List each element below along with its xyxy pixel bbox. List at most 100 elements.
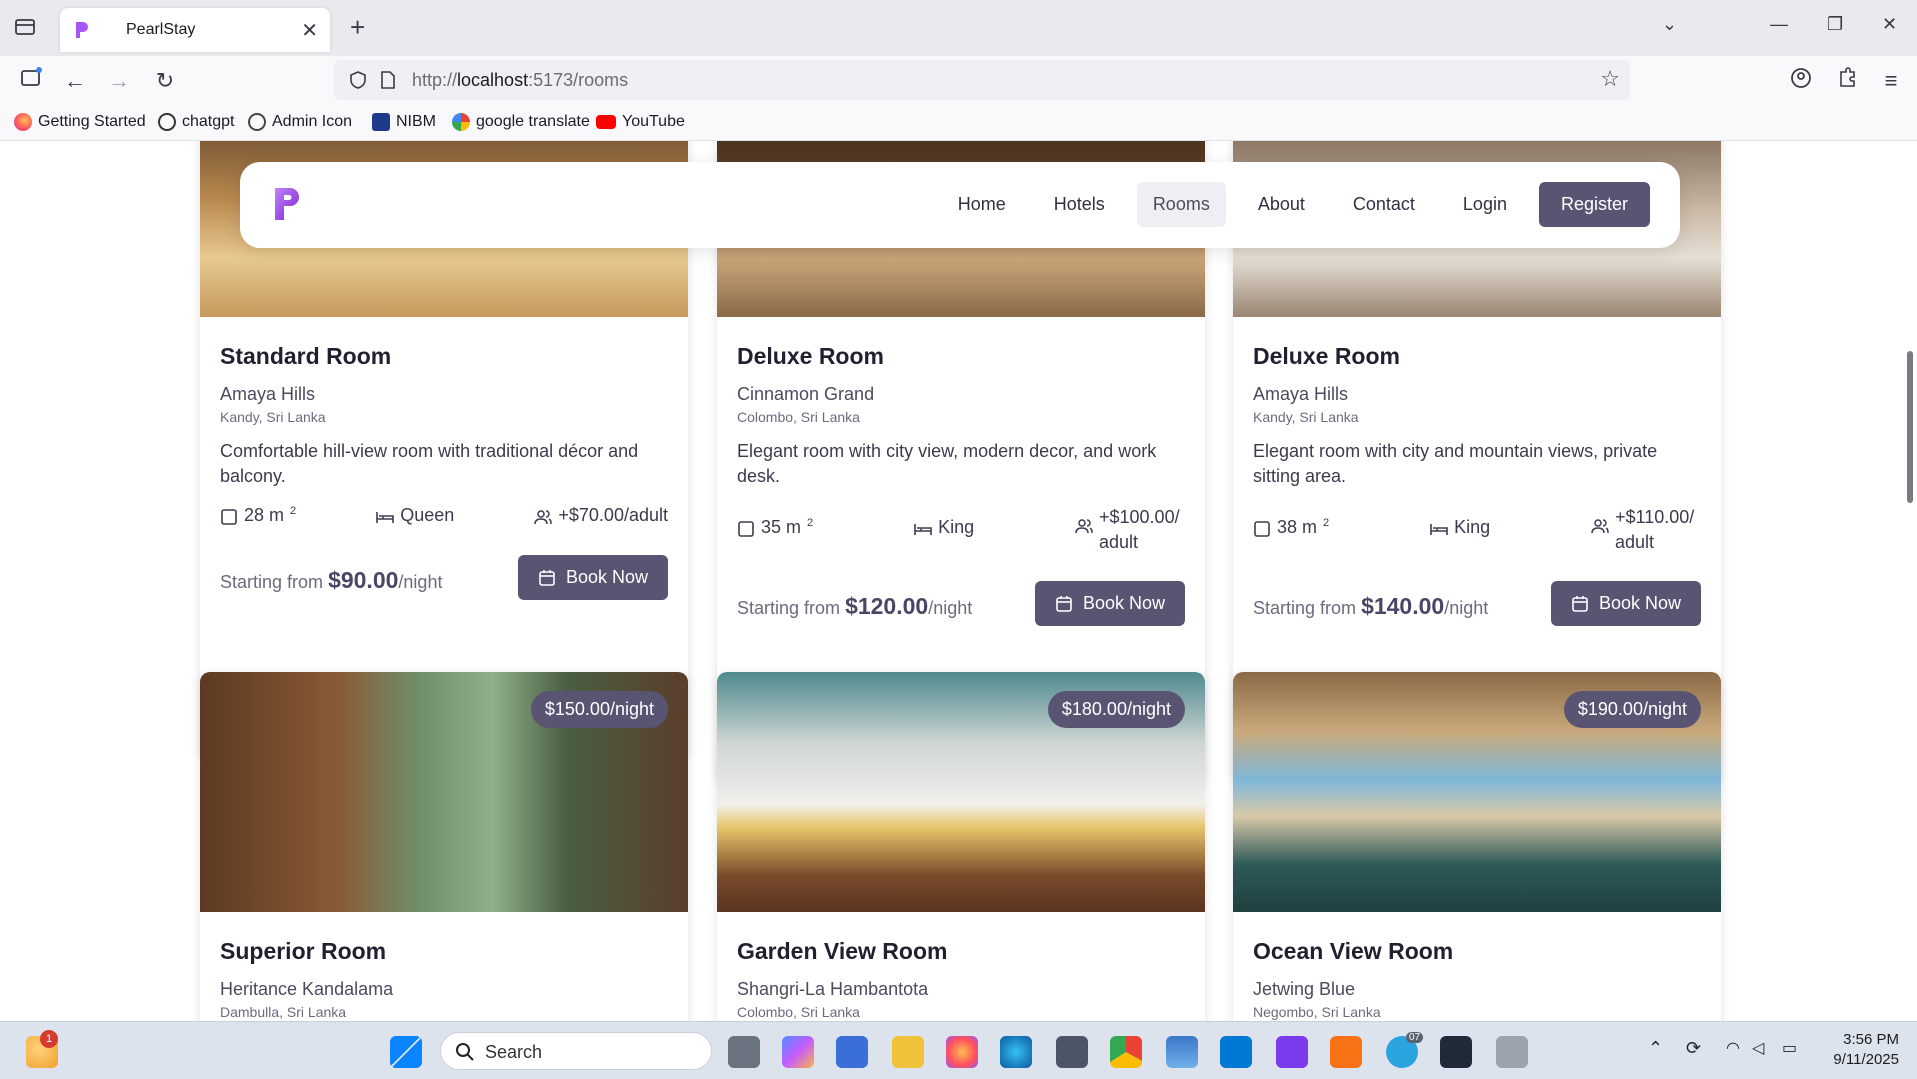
extensions-icon[interactable] bbox=[1832, 66, 1862, 96]
chevron-up-icon[interactable]: ⌃ bbox=[1648, 1038, 1663, 1059]
telegram-badge: 07 bbox=[1406, 1032, 1424, 1043]
wifi-icon[interactable]: ◠ bbox=[1726, 1038, 1740, 1058]
page-info-icon[interactable] bbox=[380, 70, 396, 90]
scrollbar-thumb[interactable] bbox=[1907, 351, 1913, 503]
reload-icon[interactable]: ↻ bbox=[150, 66, 180, 96]
account-icon[interactable] bbox=[1786, 66, 1816, 96]
back-icon[interactable]: ← bbox=[60, 66, 90, 96]
register-button[interactable]: Register bbox=[1538, 182, 1650, 227]
book-now-button[interactable]: Book Now bbox=[1035, 581, 1185, 626]
address-bar[interactable]: http://localhost:5173/rooms ☆ bbox=[334, 60, 1630, 100]
bookmark-label: YouTube bbox=[622, 113, 685, 130]
site-header: Home Hotels Rooms About Contact Login Re… bbox=[240, 162, 1680, 248]
bookmark-label: google translate bbox=[476, 113, 590, 130]
price-line: Starting from $140.00/night bbox=[1253, 593, 1489, 619]
bookmark-chatgpt[interactable]: chatgpt bbox=[158, 113, 234, 131]
calendar-icon bbox=[539, 569, 555, 586]
terminal-icon[interactable] bbox=[1440, 1036, 1472, 1068]
taskbar-search[interactable]: Search bbox=[440, 1032, 712, 1070]
hotel-location: Dambulla, Sri Lanka bbox=[220, 1004, 347, 1020]
tab-list-icon[interactable] bbox=[12, 16, 38, 38]
bookmark-youtube[interactable]: YouTube bbox=[596, 113, 685, 131]
room-features: 38 m2 King +$110.00/ adult bbox=[1253, 505, 1701, 555]
search-placeholder: Search bbox=[485, 1042, 543, 1062]
browser-tab[interactable]: PearlStay ✕ bbox=[60, 8, 330, 52]
sync-icon[interactable]: ⟳ bbox=[1686, 1038, 1701, 1059]
price-line: Starting from $90.00/night bbox=[220, 567, 443, 593]
new-tab-icon[interactable]: + bbox=[350, 12, 365, 43]
store-icon[interactable] bbox=[836, 1036, 868, 1068]
pearlstay-logo[interactable] bbox=[272, 186, 304, 222]
room-size: 35 m2 bbox=[737, 517, 813, 555]
vscode-icon[interactable] bbox=[1220, 1036, 1252, 1068]
restore-icon[interactable]: ❐ bbox=[1827, 14, 1843, 35]
photos-icon[interactable] bbox=[1166, 1036, 1198, 1068]
bookmark-label: NIBM bbox=[396, 113, 436, 130]
url-text[interactable]: http://localhost:5173/rooms bbox=[412, 70, 628, 91]
book-now-button[interactable]: Book Now bbox=[518, 555, 668, 600]
firefox-taskbar-icon[interactable] bbox=[946, 1036, 978, 1068]
volume-icon[interactable]: ◁ bbox=[1752, 1038, 1764, 1058]
nav-about[interactable]: About bbox=[1242, 182, 1321, 227]
hotel-name: Amaya Hills bbox=[220, 384, 316, 404]
firefox-icon bbox=[14, 113, 32, 131]
app-icon[interactable] bbox=[1496, 1036, 1528, 1068]
room-name: Ocean View Room bbox=[1253, 938, 1454, 964]
postman-icon[interactable] bbox=[1330, 1036, 1362, 1068]
nav-home[interactable]: Home bbox=[942, 182, 1022, 227]
bed-type: King bbox=[914, 517, 974, 555]
hotel-location: Kandy, Sri Lanka bbox=[220, 409, 326, 425]
room-size: 38 m2 bbox=[1253, 517, 1329, 555]
page-scrollbar[interactable] bbox=[1903, 141, 1917, 1021]
notification-badge: 1 bbox=[40, 1030, 58, 1048]
nav-rooms[interactable]: Rooms bbox=[1136, 182, 1226, 227]
room-name: Standard Room bbox=[220, 343, 392, 369]
book-now-button[interactable]: Book Now bbox=[1551, 581, 1701, 626]
sidebar-icon[interactable] bbox=[16, 66, 46, 96]
pearlstay-favicon-icon bbox=[76, 22, 88, 38]
nav-contact[interactable]: Contact bbox=[1337, 182, 1431, 227]
bookmark-star-icon[interactable]: ☆ bbox=[1600, 66, 1620, 92]
chrome-icon[interactable] bbox=[1110, 1036, 1142, 1068]
users-icon bbox=[1075, 519, 1093, 534]
hotel-location: Colombo, Sri Lanka bbox=[737, 409, 860, 425]
hotel-name: Amaya Hills bbox=[1253, 384, 1349, 404]
hotel-name: Heritance Kandalama bbox=[220, 979, 394, 999]
chatgpt-icon bbox=[158, 113, 176, 131]
bookmark-nibm[interactable]: NIBM bbox=[372, 113, 436, 131]
hotel-location: Colombo, Sri Lanka bbox=[737, 1004, 860, 1020]
nav-hotels[interactable]: Hotels bbox=[1038, 182, 1121, 227]
users-icon bbox=[1591, 519, 1609, 534]
file-explorer-icon[interactable] bbox=[892, 1036, 924, 1068]
copilot-icon[interactable] bbox=[782, 1036, 814, 1068]
page-viewport: Standard Room Amaya Hills Kandy, Sri Lan… bbox=[0, 141, 1917, 1021]
battery-icon[interactable]: ▭ bbox=[1782, 1038, 1797, 1058]
edge-icon[interactable] bbox=[1000, 1036, 1032, 1068]
nav-login[interactable]: Login bbox=[1447, 182, 1523, 227]
menu-icon[interactable]: ≡ bbox=[1876, 66, 1906, 96]
bookmark-getting-started[interactable]: Getting Started bbox=[14, 113, 146, 131]
windows-taskbar: 1 Search 07 ⌃ ⟳ ◠ ◁ ▭ 3:56 PM 9/11/2025 bbox=[0, 1021, 1917, 1079]
github-desktop-icon[interactable] bbox=[1276, 1036, 1308, 1068]
task-view-icon[interactable] bbox=[728, 1036, 760, 1068]
google-icon bbox=[452, 113, 470, 131]
close-tab-icon[interactable]: ✕ bbox=[301, 18, 318, 43]
chevron-down-icon[interactable]: ⌄ bbox=[1662, 14, 1677, 35]
price-badge: $150.00/night bbox=[530, 691, 668, 728]
close-window-icon[interactable]: ✕ bbox=[1882, 14, 1897, 35]
minimize-icon[interactable]: — bbox=[1770, 14, 1788, 35]
hotel-name: Shangri-La Hambantota bbox=[737, 979, 929, 999]
clock[interactable]: 3:56 PM 9/11/2025 bbox=[1833, 1030, 1899, 1070]
room-card: $190.00/night Ocean View Room Jetwing Bl… bbox=[1233, 672, 1721, 1021]
bookmark-google-translate[interactable]: google translate bbox=[452, 113, 590, 131]
windows-start-icon[interactable] bbox=[390, 1036, 422, 1068]
calendar-icon bbox=[1572, 595, 1588, 612]
shield-icon[interactable] bbox=[348, 70, 368, 90]
hotel-name: Cinnamon Grand bbox=[737, 384, 875, 404]
bed-type: Queen bbox=[376, 505, 454, 526]
bookmark-admin-icon[interactable]: Admin Icon bbox=[248, 113, 352, 131]
settings-icon[interactable] bbox=[1056, 1036, 1088, 1068]
forward-icon[interactable]: → bbox=[104, 66, 134, 96]
price-badge: $180.00/night bbox=[1047, 691, 1185, 728]
room-size: 28 m2 bbox=[220, 505, 296, 526]
